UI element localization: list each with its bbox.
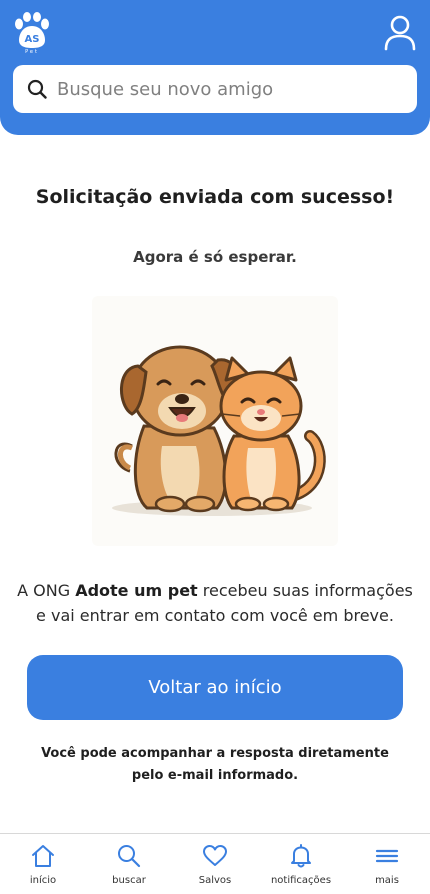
nav-label: buscar — [112, 875, 146, 886]
nav-item-buscar[interactable]: buscar — [86, 834, 172, 894]
search-input[interactable] — [57, 78, 387, 100]
nav-item-notificacoes[interactable]: notificações — [258, 834, 344, 894]
app-header: AS Pet — [0, 0, 430, 135]
message-prefix: A ONG — [17, 581, 76, 600]
menu-icon — [375, 849, 399, 863]
nav-label: Salvos — [198, 875, 232, 886]
nav-label: mais — [375, 875, 399, 886]
email-follow-up-note: Você pode acompanhar a resposta diretame… — [41, 746, 389, 783]
search-icon — [27, 79, 47, 99]
svg-text:AS: AS — [25, 34, 40, 45]
success-subtitle: Agora é só esperar. — [133, 248, 297, 266]
bottom-navigation: início buscar Salvos notificações mais — [0, 833, 430, 894]
bell-icon — [291, 844, 311, 868]
confirmation-message: A ONG Adote um pet recebeu suas informaç… — [14, 578, 416, 628]
search-bar[interactable] — [13, 65, 417, 113]
svg-text:Pet: Pet — [25, 49, 39, 54]
nav-label: notificações — [270, 875, 332, 886]
ong-name: Adote um pet — [75, 581, 198, 600]
nav-item-mais[interactable]: mais — [344, 834, 430, 894]
success-title: Solicitação enviada com sucesso! — [35, 186, 395, 208]
heart-icon — [203, 845, 227, 866]
nav-label: início — [29, 875, 57, 886]
back-to-home-button[interactable]: Voltar ao início — [27, 655, 403, 720]
search-icon — [118, 845, 141, 868]
home-icon — [32, 845, 54, 867]
nav-item-inicio[interactable]: início — [0, 834, 86, 894]
nav-item-salvos[interactable]: Salvos — [172, 834, 258, 894]
dog-and-cat-illustration — [92, 296, 338, 546]
as-pet-logo[interactable]: AS Pet — [12, 12, 52, 54]
profile-icon[interactable] — [384, 15, 416, 51]
